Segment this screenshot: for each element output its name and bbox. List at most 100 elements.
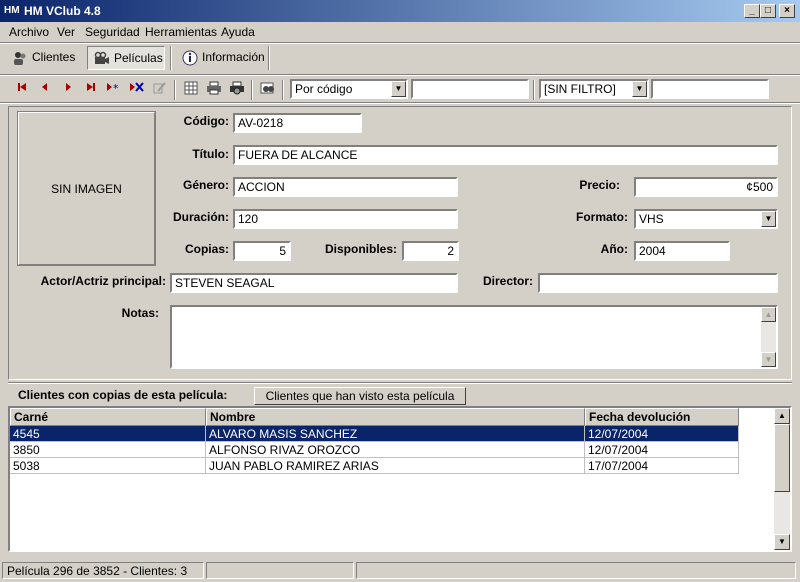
notas-label: Notas: [121,306,159,320]
clientes-module-label: Clientes [32,50,76,64]
director-field[interactable] [538,273,778,293]
nav-separator [174,80,176,100]
next-record-icon [66,83,71,91]
codigo-label: Código: [183,114,229,128]
notas-scrollbar[interactable]: ▲ ▼ [761,307,776,367]
notas-textarea[interactable] [170,305,778,369]
disponibles-field[interactable]: 2 [402,241,459,261]
table-row[interactable]: 3850 ALFONSO RIVAZ OROZCO 12/07/2004 [10,442,739,458]
formato-label: Formato: [576,210,628,224]
cell-carne: 4545 [10,426,206,442]
delete-record-icon [130,82,144,92]
delete-record-button[interactable] [127,81,147,99]
last-record-button[interactable] [81,81,101,99]
previous-record-button[interactable] [35,81,55,99]
first-record-icon [18,83,26,91]
chevron-down-icon[interactable]: ▼ [761,211,776,227]
next-record-button[interactable] [58,81,78,99]
anio-field[interactable]: 2004 [634,241,730,261]
genero-field[interactable]: ACCION [233,177,458,197]
grid-scrollbar[interactable]: ▲ ▼ [774,408,790,550]
toolbar-separator [0,74,800,76]
titulo-field[interactable]: FUERA DE ALCANCE [233,145,778,165]
cell-nombre: ALVARO MASIS SANCHEZ [206,426,585,442]
search-button[interactable] [258,81,278,99]
table-row[interactable]: 4545 ALVARO MASIS SANCHEZ 12/07/2004 [10,426,739,442]
scroll-up-icon[interactable]: ▲ [774,408,790,424]
column-header-fecha[interactable]: Fecha devolución [585,408,739,426]
menu-archivo[interactable]: Archivo [9,25,49,39]
new-record-button[interactable]: * [104,81,124,99]
informacion-module-label: Información [202,50,265,64]
menu-bar: Archivo Ver Seguridad Herramientas Ayuda [0,22,800,42]
menu-seguridad[interactable]: Seguridad [85,25,140,39]
codigo-field[interactable]: AV-0218 [233,113,362,133]
menu-ayuda[interactable]: Ayuda [221,25,255,39]
status-text: Película 296 de 3852 - Clientes: 3 [2,562,204,579]
close-button[interactable]: × [779,4,795,18]
new-record-icon: * [107,82,119,95]
order-combo[interactable]: Por código ▼ [290,79,408,99]
precio-label: Precio: [579,178,620,192]
film-camera-icon [94,51,109,64]
grid-view-button[interactable] [181,81,201,99]
info-icon [182,50,198,66]
nav-separator-4 [533,80,535,100]
cell-fecha: 12/07/2004 [585,426,739,442]
scrollbar-thumb[interactable] [774,424,790,492]
chevron-down-icon[interactable]: ▼ [391,81,406,97]
printer-setup-icon [230,81,244,95]
order-search-input[interactable] [411,79,529,99]
maximize-button[interactable]: □ [760,4,776,18]
anio-label: Año: [600,242,628,256]
first-record-button[interactable] [12,81,32,99]
movie-image[interactable]: SIN IMAGEN [17,111,156,266]
edit-disabled-icon [153,82,166,94]
clients-history-button[interactable]: Clientes que han visto esta película [254,387,466,405]
director-label: Director: [482,274,533,288]
peliculas-module-label: Películas [114,51,163,65]
status-pane-3 [356,562,796,579]
menu-ver[interactable]: Ver [57,25,75,39]
scroll-down-icon[interactable]: ▼ [761,352,776,367]
module-separator [170,46,172,70]
disponibles-label: Disponibles: [324,242,397,256]
section-separator [8,382,792,384]
actor-field[interactable]: STEVEN SEAGAL [170,273,458,293]
precio-field[interactable]: ¢500 [634,177,778,197]
informacion-module-button[interactable]: Información [176,46,266,70]
window-title: HM VClub 4.8 [24,4,101,18]
chevron-down-icon[interactable]: ▼ [632,81,647,97]
edit-record-button[interactable] [150,81,170,99]
print-preview-button[interactable] [227,81,247,99]
table-row[interactable]: 5038 JUAN PABLO RAMIREZ ARIAS 17/07/2004 [10,458,739,474]
cell-fecha: 12/07/2004 [585,442,739,458]
menu-herramientas[interactable]: Herramientas [145,25,217,39]
menu-separator [0,42,800,44]
filter-combo-value: [SIN FILTRO] [544,82,616,96]
duracion-field[interactable]: 120 [233,209,458,229]
copias-label: Copias: [184,242,229,256]
scroll-up-icon[interactable]: ▲ [761,307,776,322]
scroll-down-icon[interactable]: ▼ [774,534,790,550]
filter-combo[interactable]: [SIN FILTRO] ▼ [539,79,649,99]
print-button[interactable] [204,81,224,99]
app-icon: HM [4,5,20,16]
clients-section-label: Clientes con copias de esta película: [18,388,228,402]
grid-icon [184,81,198,95]
nav-separator-3 [282,80,284,100]
clients-grid: Carné Nombre Fecha devolución 4545 ALVAR… [8,406,792,552]
formato-combo[interactable]: VHS ▼ [634,209,778,229]
nav-toolbar-separator [0,102,800,104]
peliculas-module-button[interactable]: Películas [87,46,165,70]
copias-field[interactable]: 5 [233,241,291,261]
status-pane-2 [206,562,354,579]
clientes-module-button[interactable]: Clientes [6,46,78,70]
titulo-label: Título: [192,147,229,161]
last-record-icon [87,83,95,91]
column-header-carne[interactable]: Carné [10,408,206,426]
filter-value-input[interactable] [651,79,769,99]
cell-carne: 5038 [10,458,206,474]
minimize-button[interactable]: _ [744,4,760,18]
column-header-nombre[interactable]: Nombre [206,408,585,426]
